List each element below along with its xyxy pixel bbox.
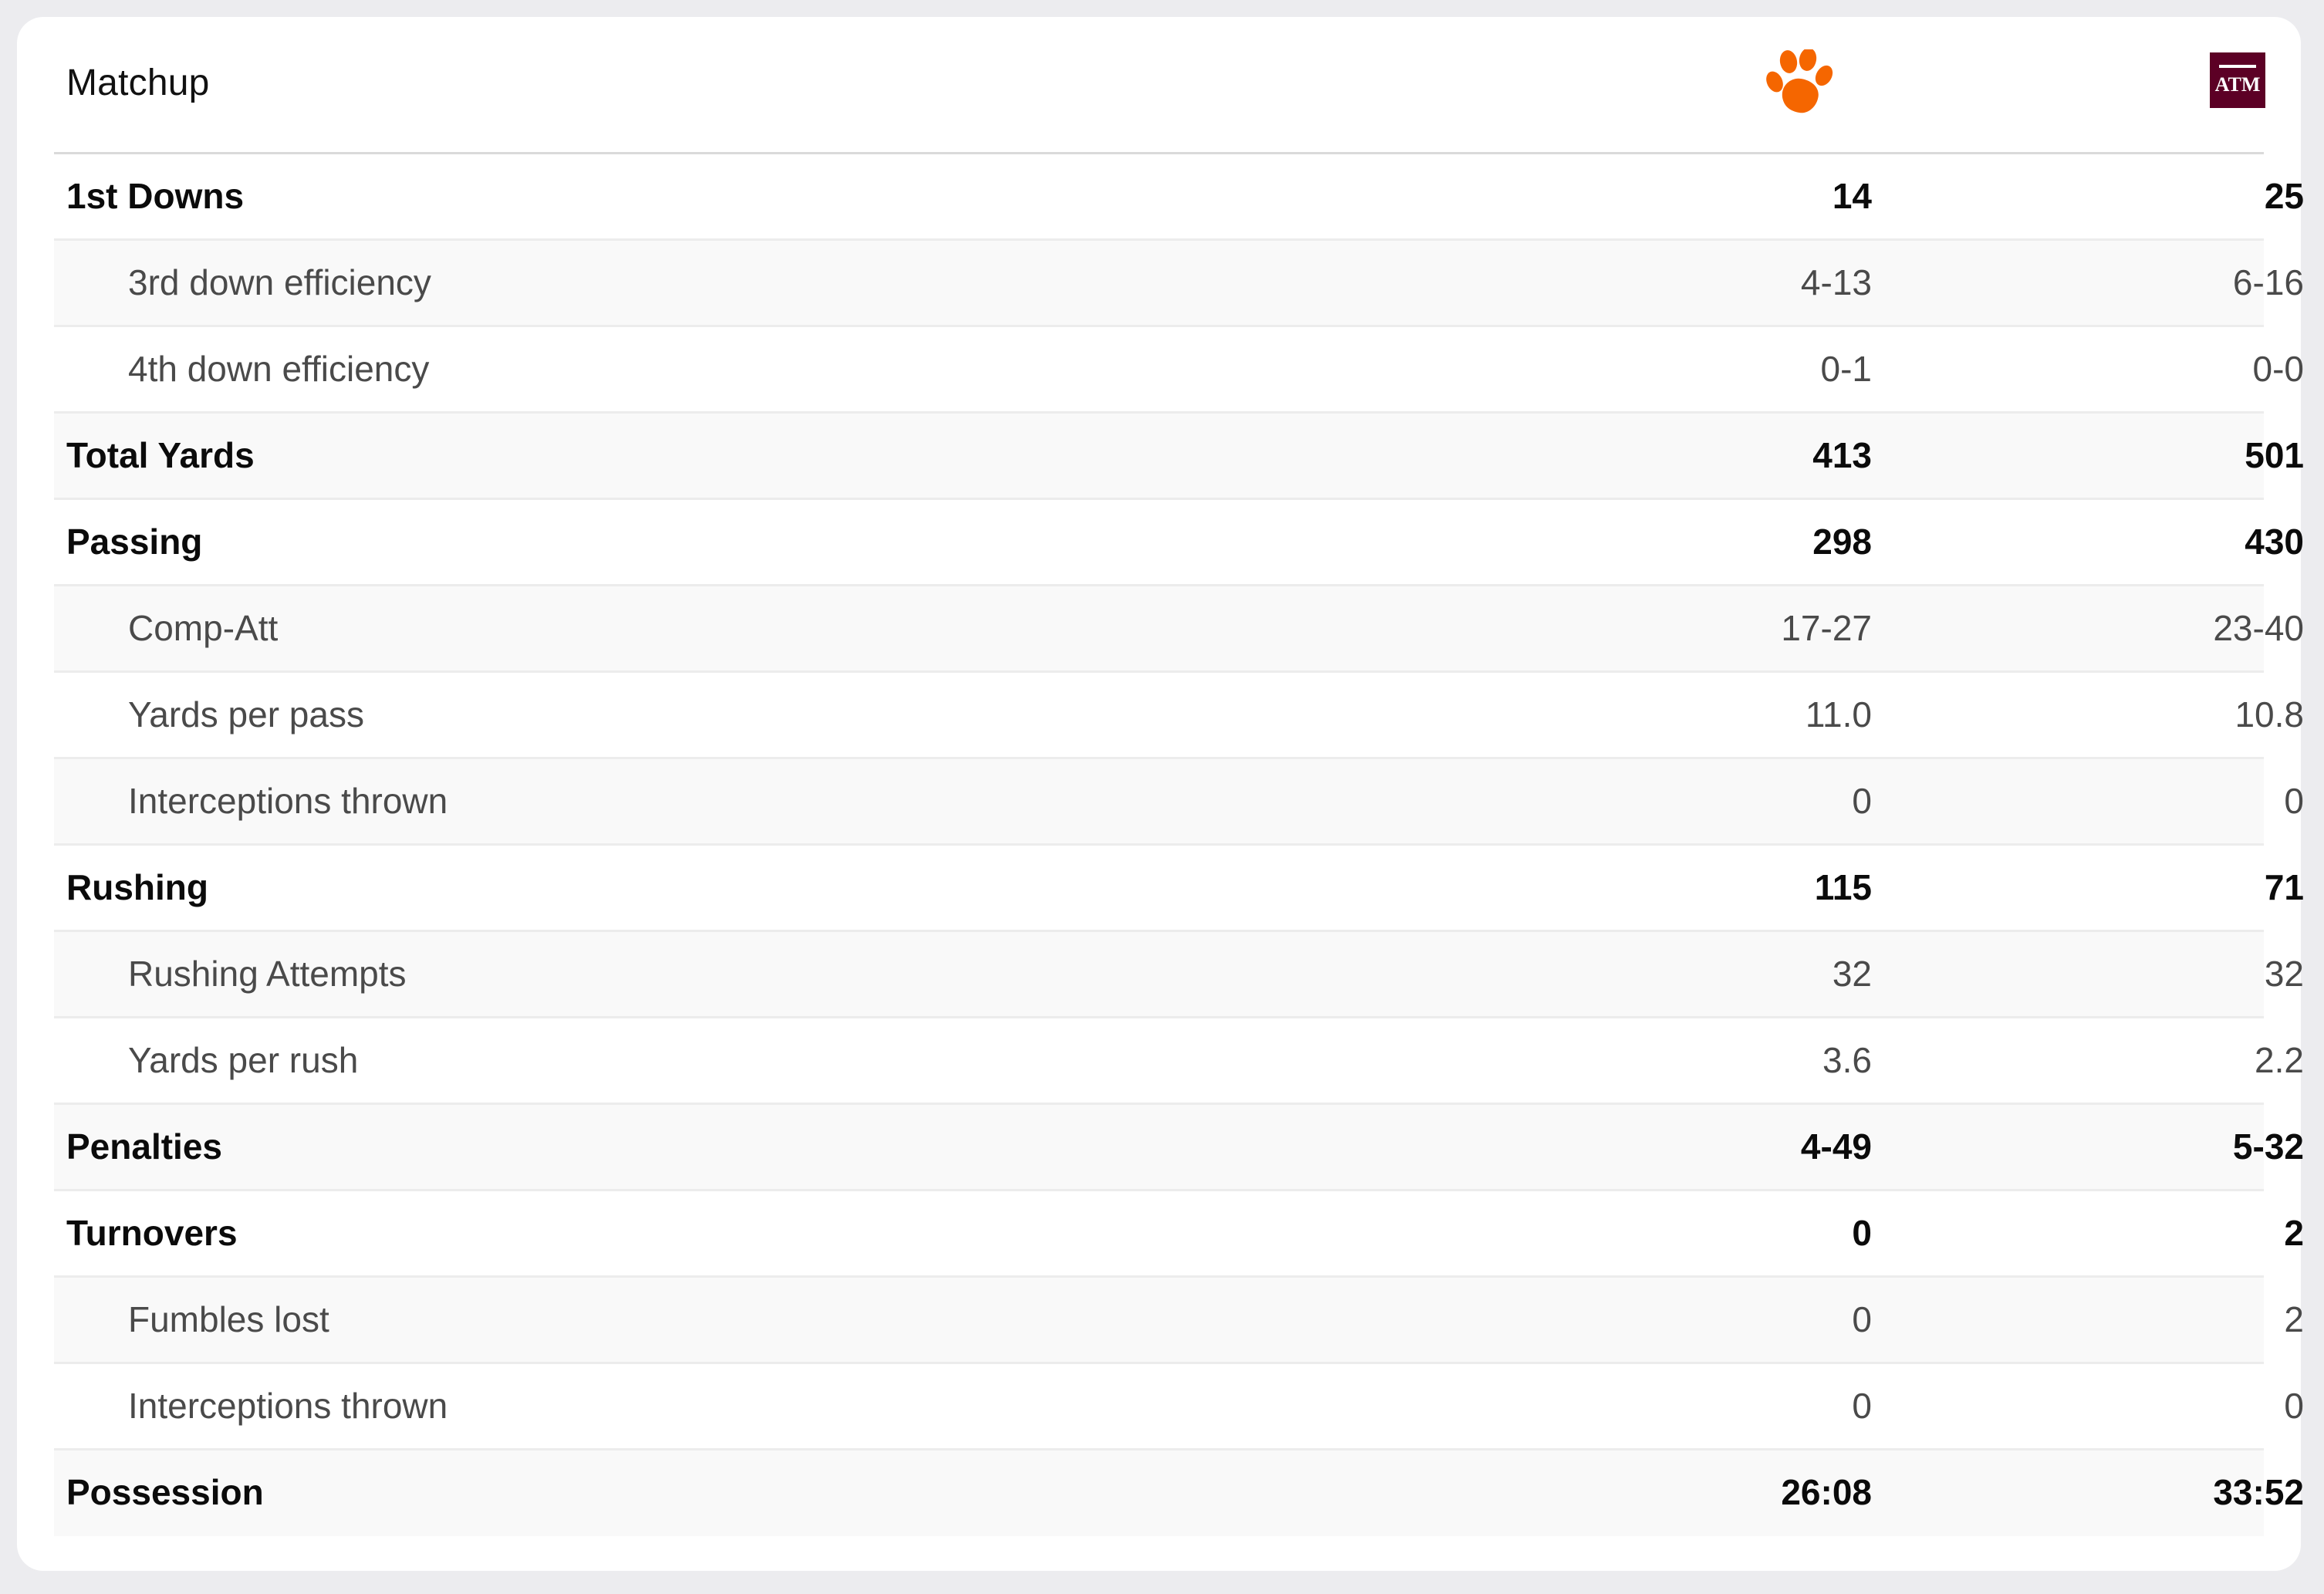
matchup-stats-table: Matchup ATM 1st Downs 14 25 3rd down effici… xyxy=(54,17,2304,1536)
team-a-value: 3.6 xyxy=(1822,1040,1872,1080)
stat-row: Comp-Att 17-27 23-40 xyxy=(54,586,2304,673)
stat-label: Passing xyxy=(66,522,203,562)
team-b-value: 23-40 xyxy=(2213,608,2304,648)
stat-row: Passing 298 430 xyxy=(54,500,2304,586)
stat-label: 1st Downs xyxy=(66,176,245,216)
team-a-value: 298 xyxy=(1812,522,1872,562)
stat-row: 1st Downs 14 25 xyxy=(54,154,2304,241)
team-a-value: 413 xyxy=(1812,435,1872,475)
team-a-value: 0 xyxy=(1852,1386,1872,1426)
team-b-value: 2 xyxy=(2284,1299,2304,1339)
team-a-value: 14 xyxy=(1832,176,1872,216)
stat-label: Total Yards xyxy=(66,435,255,475)
team-b-value: 0-0 xyxy=(2252,349,2304,389)
team-b-value: 6-16 xyxy=(2232,262,2304,302)
stat-label: 4th down efficiency xyxy=(128,349,430,389)
team-b-value: 2.2 xyxy=(2255,1040,2304,1080)
team-a-value: 26:08 xyxy=(1781,1472,1872,1512)
stat-row: Total Yards 413 501 xyxy=(54,414,2304,500)
stat-row: Yards per pass 11.0 10.8 xyxy=(54,673,2304,759)
stat-label: Interceptions thrown xyxy=(128,781,448,821)
stat-label: Penalties xyxy=(66,1126,222,1167)
team-a-value: 4-49 xyxy=(1800,1126,1872,1167)
stat-label: 3rd down efficiency xyxy=(128,262,431,302)
matchup-card: Matchup ATM 1st Downs 14 25 3rd down effici… xyxy=(17,17,2304,1571)
stat-label: Yards per rush xyxy=(128,1040,359,1080)
team-a-value: 11.0 xyxy=(1805,694,1872,735)
team-b-value: 430 xyxy=(2245,522,2304,562)
stat-row: Possession 26:08 33:52 xyxy=(54,1450,2304,1536)
stat-label: Rushing Attempts xyxy=(128,954,407,994)
tiger-paw-icon xyxy=(1766,49,1833,113)
team-a-value: 115 xyxy=(1814,867,1872,907)
team-b-value: 25 xyxy=(2264,176,2304,216)
stat-row: Rushing 115 71 xyxy=(54,846,2304,932)
stat-row: Turnovers 0 2 xyxy=(54,1191,2304,1278)
stat-label: Comp-Att xyxy=(128,608,279,648)
team-b-value: 71 xyxy=(2264,867,2304,907)
stat-row: Fumbles lost 0 2 xyxy=(54,1278,2304,1364)
atm-logo-icon: ATM xyxy=(2210,52,2265,108)
stat-row: 3rd down efficiency 4-13 6-16 xyxy=(54,241,2304,327)
team-a-value: 32 xyxy=(1832,954,1872,994)
team-a-value: 0 xyxy=(1852,1213,1872,1253)
team-a-value: 0 xyxy=(1852,1299,1872,1339)
team-a-value: 0 xyxy=(1852,781,1872,821)
team-b-value: 32 xyxy=(2264,954,2304,994)
table-title: Matchup xyxy=(66,62,210,103)
team-b-value: 5-32 xyxy=(2232,1126,2304,1167)
stat-row: Yards per rush 3.6 2.2 xyxy=(54,1018,2304,1105)
stat-row: 4th down efficiency 0-1 0-0 xyxy=(54,327,2304,414)
stats-rows: 1st Downs 14 25 3rd down efficiency 4-13 6-16… xyxy=(54,154,2304,1536)
team-b-value: 33:52 xyxy=(2213,1472,2304,1512)
team-b-value: 0 xyxy=(2284,781,2304,821)
table-header: Matchup ATM xyxy=(54,17,2265,154)
stat-label: Possession xyxy=(66,1472,264,1512)
stat-label: Yards per pass xyxy=(128,694,364,735)
team-a-value: 4-13 xyxy=(1800,262,1872,302)
stat-label: Turnovers xyxy=(66,1213,238,1253)
stat-label: Fumbles lost xyxy=(128,1299,329,1339)
stat-row: Interceptions thrown 0 0 xyxy=(54,759,2304,846)
stat-row: Penalties 4-49 5-32 xyxy=(54,1105,2304,1191)
stat-row: Interceptions thrown 0 0 xyxy=(54,1364,2304,1450)
team-b-value: 10.8 xyxy=(2234,694,2304,735)
team-a-value: 17-27 xyxy=(1781,608,1872,648)
team-b-value: 501 xyxy=(2245,435,2304,475)
team-b-value: 2 xyxy=(2284,1213,2304,1253)
team-b-value: 0 xyxy=(2284,1386,2304,1426)
team-a-value: 0-1 xyxy=(1820,349,1872,389)
stat-label: Interceptions thrown xyxy=(128,1386,448,1426)
atm-logo-text: ATM xyxy=(2215,73,2261,96)
stat-row: Rushing Attempts 32 32 xyxy=(54,932,2304,1018)
stat-label: Rushing xyxy=(66,867,208,907)
